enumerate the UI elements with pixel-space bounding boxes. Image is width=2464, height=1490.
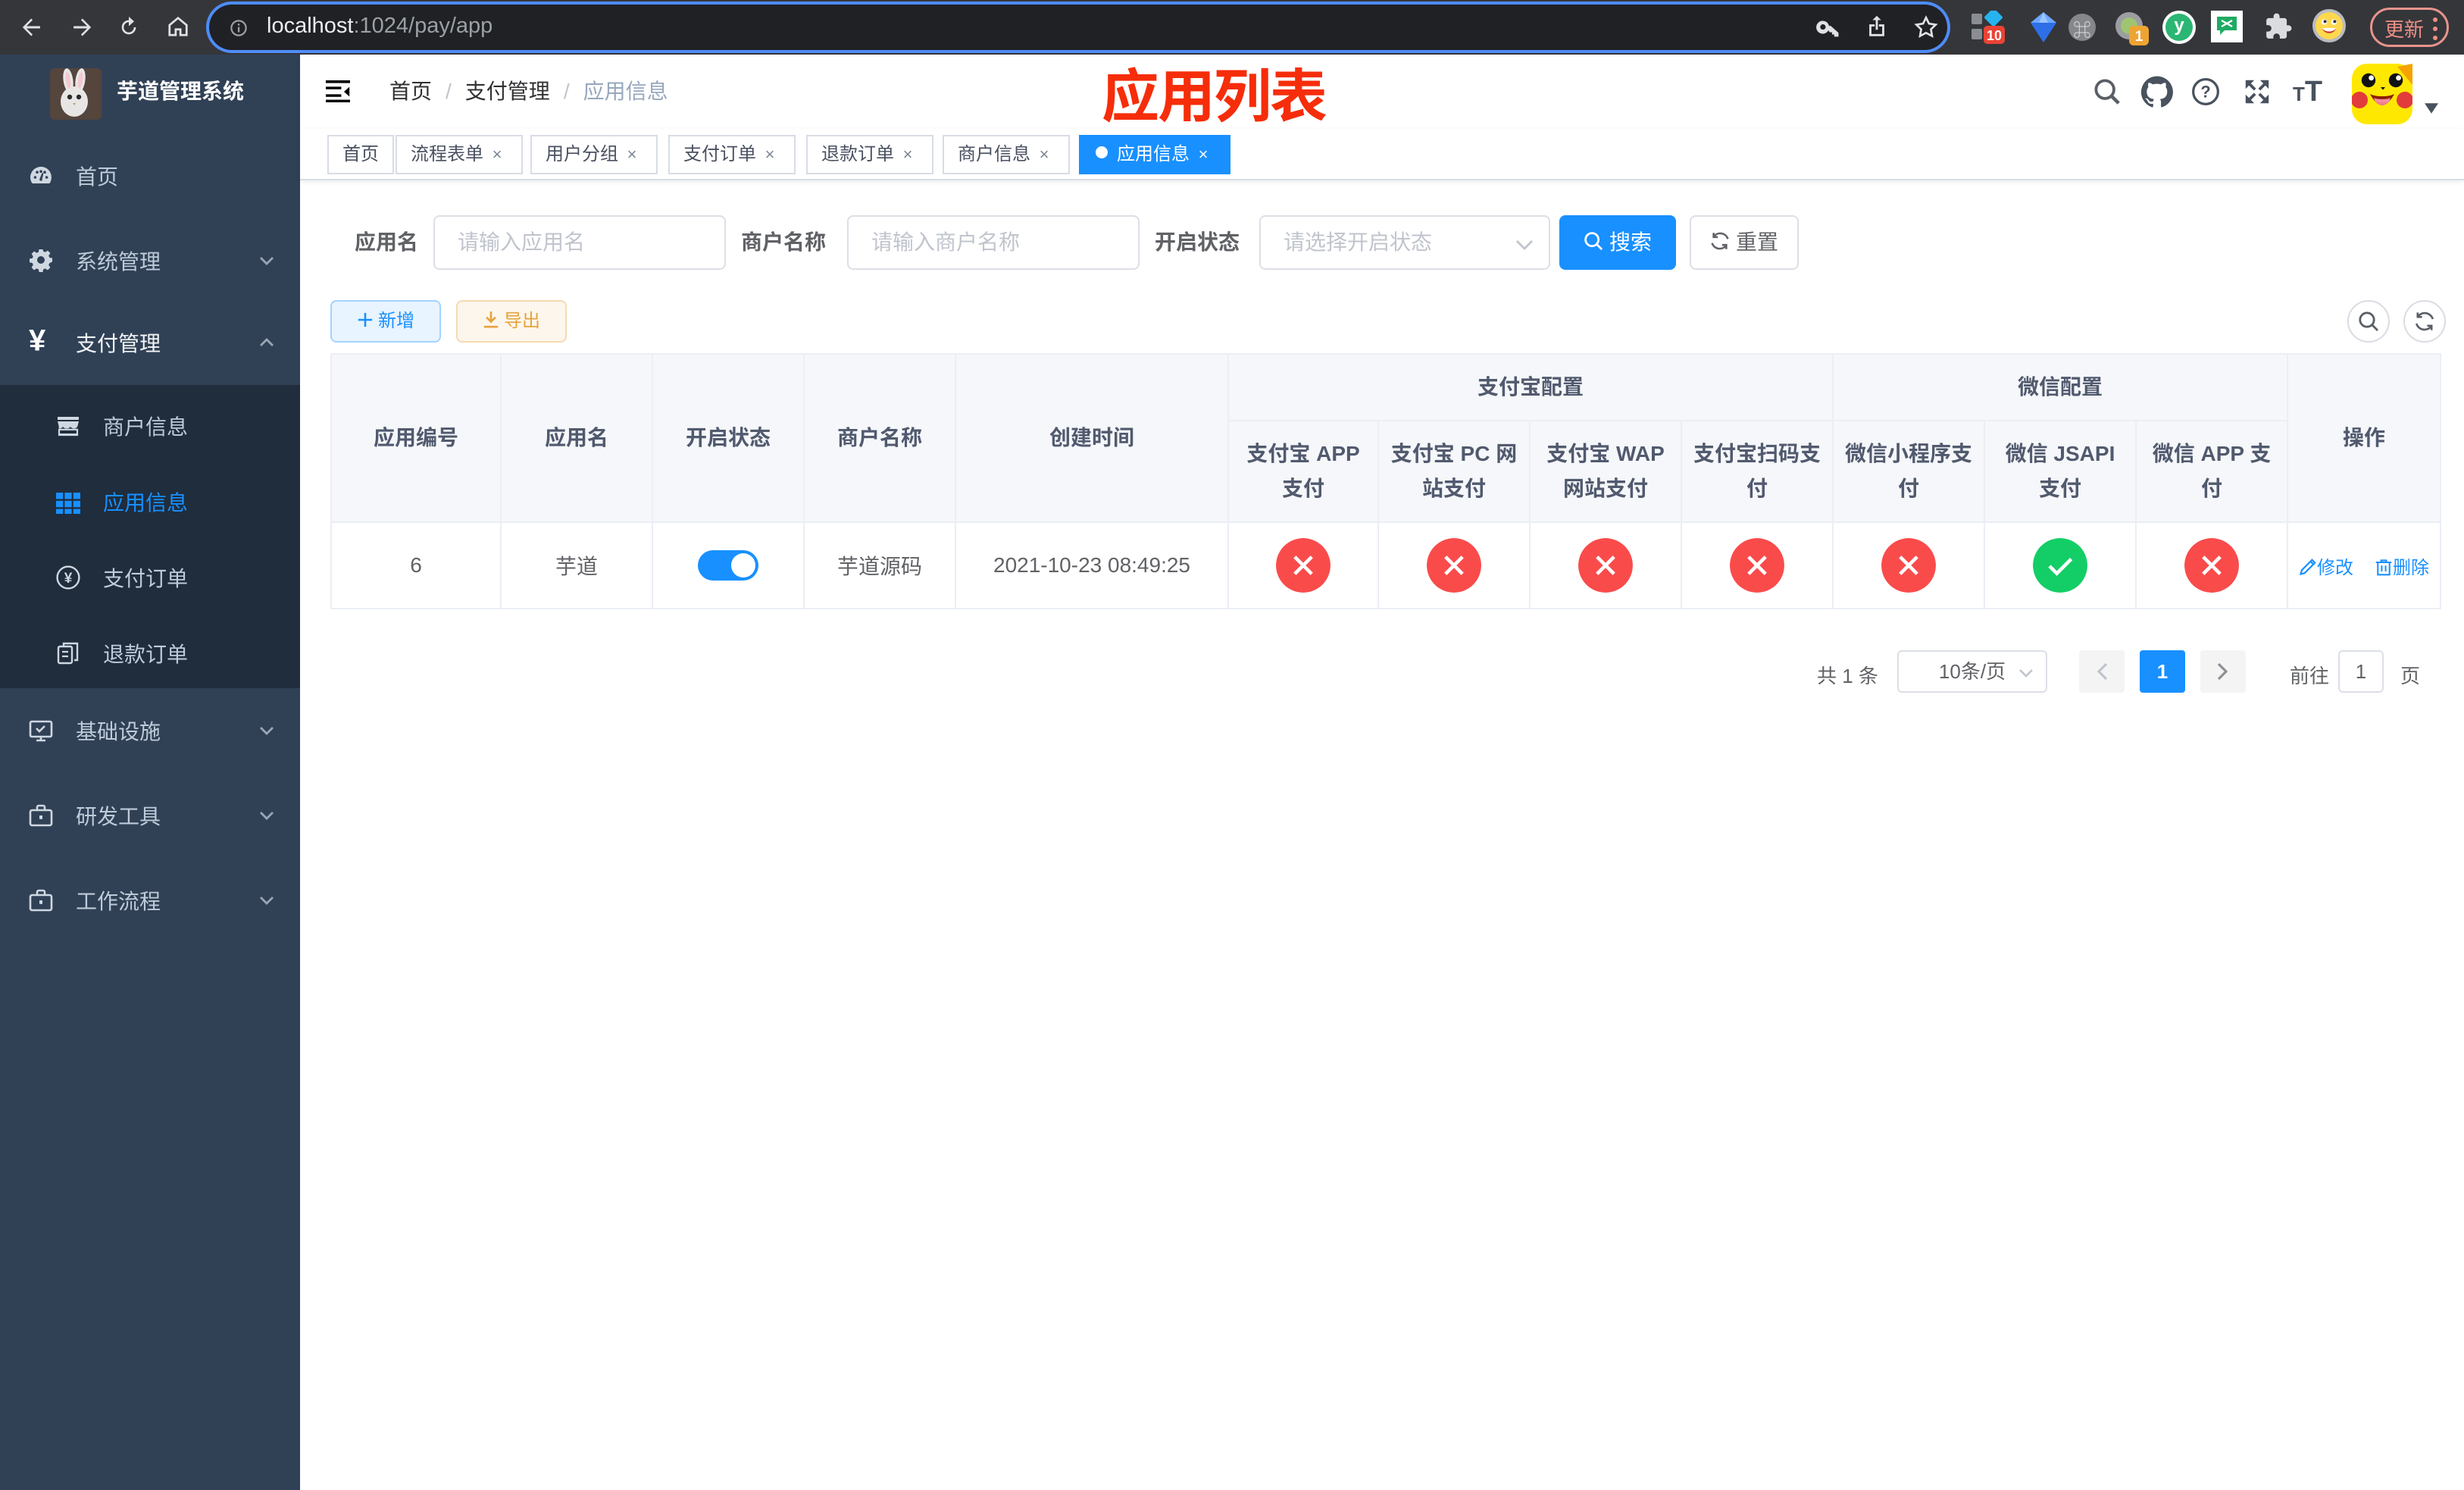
svg-text:1: 1 <box>2135 29 2143 45</box>
svg-text:10: 10 <box>1987 28 2002 43</box>
svg-text:¥: ¥ <box>64 571 73 587</box>
svg-text:?: ? <box>2200 83 2210 102</box>
